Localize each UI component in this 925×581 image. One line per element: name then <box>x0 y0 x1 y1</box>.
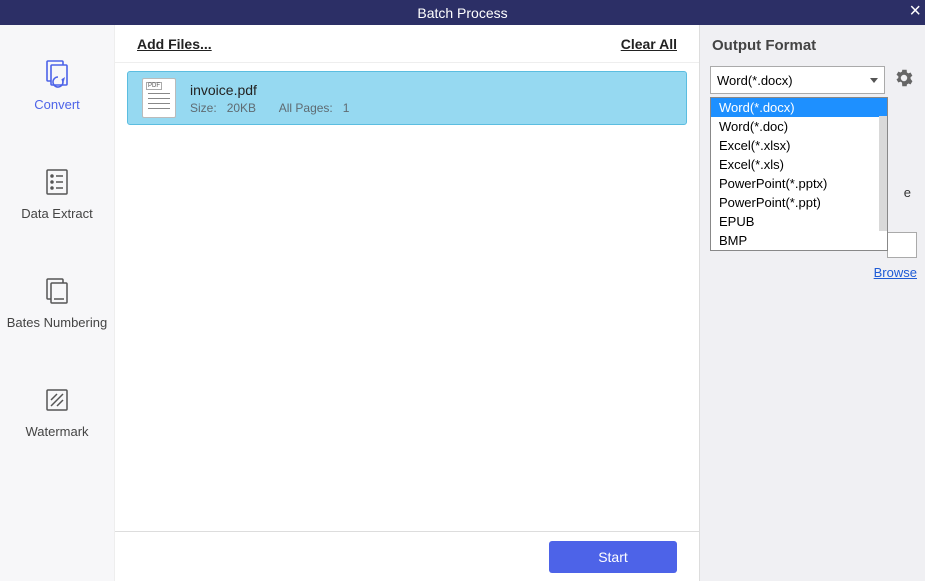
title-bar: Batch Process × <box>0 0 925 25</box>
file-info: invoice.pdf Size:20KB All Pages:1 <box>190 82 369 115</box>
clear-all-link[interactable]: Clear All <box>621 36 677 52</box>
file-toolbar: Add Files... Clear All <box>115 25 699 63</box>
dropdown-option[interactable]: Excel(*.xlsx) <box>711 136 887 155</box>
right-panel: Output Format Word(*.docx) Word(*.docx) … <box>700 25 925 581</box>
sidebar-item-label: Data Extract <box>0 206 114 223</box>
bottom-bar: Start <box>115 531 699 581</box>
sidebar-item-bates-numbering[interactable]: Bates Numbering <box>0 271 114 332</box>
sidebar-item-watermark[interactable]: Watermark <box>0 380 114 441</box>
close-icon[interactable]: × <box>909 0 921 22</box>
select-value: Word(*.docx) <box>717 73 793 88</box>
file-meta: Size:20KB All Pages:1 <box>190 101 369 115</box>
dropdown-scrollbar[interactable] <box>879 116 887 231</box>
file-name: invoice.pdf <box>190 82 369 98</box>
sidebar-item-convert[interactable]: Convert <box>0 53 114 114</box>
app-body: Convert Data Extract <box>0 25 925 581</box>
browse-link[interactable]: Browse <box>874 265 917 280</box>
chevron-down-icon <box>870 78 878 83</box>
output-folder-field[interactable] <box>887 232 917 258</box>
start-button[interactable]: Start <box>549 541 677 573</box>
sidebar-item-label: Convert <box>0 97 114 114</box>
dropdown-option[interactable]: PowerPoint(*.ppt) <box>711 193 887 212</box>
window-title: Batch Process <box>417 5 507 21</box>
bates-numbering-icon <box>0 271 114 311</box>
data-extract-icon <box>0 162 114 202</box>
dropdown-option[interactable]: Word(*.docx) <box>711 98 887 117</box>
output-format-dropdown: Word(*.docx) Word(*.doc) Excel(*.xlsx) E… <box>710 97 888 251</box>
dropdown-option[interactable]: Word(*.doc) <box>711 117 887 136</box>
output-format-title: Output Format <box>700 25 925 66</box>
sidebar: Convert Data Extract <box>0 25 115 581</box>
dropdown-option[interactable]: PowerPoint(*.pptx) <box>711 174 887 193</box>
pdf-file-icon <box>142 78 176 118</box>
add-files-link[interactable]: Add Files... <box>137 36 212 52</box>
sidebar-item-label: Bates Numbering <box>0 315 114 332</box>
dropdown-option[interactable]: Excel(*.xls) <box>711 155 887 174</box>
main-panel: Add Files... Clear All invoice.pdf Size:… <box>115 25 700 581</box>
gear-icon[interactable] <box>893 67 915 94</box>
truncated-label-char: e <box>904 185 911 200</box>
convert-icon <box>0 53 114 93</box>
output-format-select[interactable]: Word(*.docx) <box>710 66 885 94</box>
sidebar-item-data-extract[interactable]: Data Extract <box>0 162 114 223</box>
file-list: invoice.pdf Size:20KB All Pages:1 <box>115 63 699 531</box>
dropdown-option[interactable]: BMP <box>711 231 887 250</box>
watermark-icon <box>0 380 114 420</box>
dropdown-option[interactable]: EPUB <box>711 212 887 231</box>
file-row[interactable]: invoice.pdf Size:20KB All Pages:1 <box>127 71 687 125</box>
sidebar-item-label: Watermark <box>0 424 114 441</box>
